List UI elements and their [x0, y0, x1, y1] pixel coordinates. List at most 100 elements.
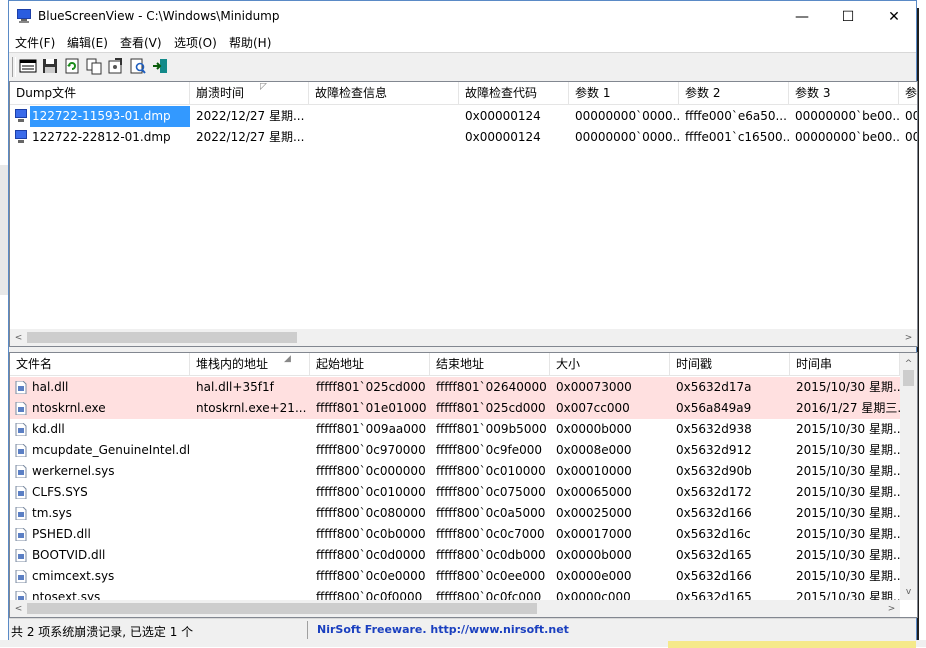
close-button[interactable]: ✕: [871, 1, 917, 32]
crash-time-cell: 2022/12/27 星期...: [196, 130, 305, 144]
menu-view[interactable]: 查看(V): [120, 34, 162, 51]
properties-icon[interactable]: [19, 57, 37, 75]
size-cell: 0x00017000: [556, 527, 632, 541]
column-crash-time-label: 崩溃时间: [196, 86, 245, 100]
module-file-icon: [15, 444, 27, 457]
time-string-cell: 2015/10/30 星期...: [796, 422, 900, 436]
title-bar[interactable]: BlueScreenView - C:\Windows\Minidump — ☐…: [9, 1, 916, 32]
time-stamp-cell: 0x5632d172: [676, 485, 752, 499]
refresh-icon[interactable]: [63, 57, 81, 75]
module-file-icon: [15, 570, 27, 583]
to-address-cell: fffff800`0c0c7000: [436, 527, 545, 541]
module-list-hscrollbar[interactable]: < >: [10, 600, 900, 617]
column-parameter-2[interactable]: 参数 2: [679, 82, 789, 104]
address-in-stack-cell: hal.dll+35f1f: [196, 380, 274, 394]
module-filename-cell: cmimcext.sys: [32, 569, 115, 583]
options-icon[interactable]: [107, 57, 125, 75]
address-in-stack-cell: [190, 482, 310, 503]
hscroll-thumb[interactable]: [27, 603, 537, 614]
column-time-string[interactable]: 时间串: [790, 353, 900, 375]
column-time-stamp[interactable]: 时间戳: [670, 353, 790, 375]
exit-icon[interactable]: [151, 57, 169, 75]
crash-file-cell: 122722-22812-01.dmp: [32, 130, 171, 144]
module-row[interactable]: tm.sys fffff800`0c080000 fffff800`0c0a5000…: [10, 503, 900, 524]
from-address-cell: fffff800`0c000000: [316, 464, 426, 478]
size-cell: 0x00025000: [556, 506, 632, 520]
column-to-address[interactable]: 结束地址: [430, 353, 550, 375]
time-stamp-cell: 0x5632d912: [676, 443, 752, 457]
scroll-left-icon[interactable]: <: [10, 329, 27, 346]
crash-row[interactable]: 122722-22812-01.dmp 2022/12/27 星期... 0x0…: [10, 127, 917, 148]
background-window-edge: [0, 165, 8, 295]
module-file-icon: [15, 381, 27, 394]
column-bug-check-code[interactable]: 故障检查代码: [459, 82, 569, 104]
size-cell: 0x00065000: [556, 485, 632, 499]
bluescreen-app-icon: [17, 9, 31, 23]
module-filename-cell: mcupdate_GenuineIntel.dll: [32, 443, 190, 457]
crash-list-hscrollbar[interactable]: < >: [10, 329, 917, 346]
scroll-right-icon[interactable]: >: [900, 329, 917, 346]
menu-help[interactable]: 帮助(H): [229, 34, 271, 51]
module-list-vscrollbar[interactable]: ^ v: [900, 353, 917, 600]
module-row[interactable]: hal.dll hal.dll+35f1f fffff801`025cd000 fff…: [10, 377, 900, 398]
column-crash-time[interactable]: 崩溃时间: [190, 82, 309, 104]
column-filename[interactable]: 文件名: [10, 353, 190, 375]
time-stamp-cell: 0x5632d165: [676, 548, 752, 562]
time-string-cell: 2015/10/30 星期...: [796, 569, 900, 583]
column-parameter-3[interactable]: 参数 3: [789, 82, 899, 104]
column-size[interactable]: 大小: [550, 353, 670, 375]
window-title: BlueScreenView - C:\Windows\Minidump: [38, 9, 280, 23]
nirsoft-link[interactable]: NirSoft Freeware. http://www.nirsoft.net: [317, 623, 569, 636]
module-filename-cell: CLFS.SYS: [32, 485, 88, 499]
dump-file-icon: [15, 130, 27, 143]
time-string-cell: 2015/10/30 星期...: [796, 527, 900, 541]
vscroll-thumb[interactable]: [903, 370, 914, 386]
module-row[interactable]: ntoskrnl.exe ntoskrnl.exe+21... fffff801`0…: [10, 398, 900, 419]
scroll-left-icon[interactable]: <: [10, 600, 27, 617]
column-dump-file[interactable]: Dump文件: [10, 82, 190, 104]
bug-check-string-cell: [309, 127, 459, 148]
sort-indicator-icon: ◸: [260, 82, 267, 92]
time-stamp-cell: 0x5632d16c: [676, 527, 751, 541]
module-row[interactable]: kd.dll fffff801`009aa000 fffff801`009b5000…: [10, 419, 900, 440]
module-filename-cell: BOOTVID.dll: [32, 548, 106, 562]
column-parameter-1[interactable]: 参数 1: [569, 82, 679, 104]
module-row[interactable]: BOOTVID.dll fffff800`0c0d0000 fffff800`0c0…: [10, 545, 900, 566]
time-stamp-cell: 0x5632d17a: [676, 380, 752, 394]
find-icon[interactable]: [129, 57, 147, 75]
parameter-1-cell: 00000000`0000...: [575, 109, 679, 123]
scroll-right-icon[interactable]: >: [883, 600, 900, 617]
module-row[interactable]: cmimcext.sys fffff800`0c0e0000 fffff800`0c…: [10, 566, 900, 587]
scroll-down-icon[interactable]: v: [900, 583, 917, 600]
module-row[interactable]: CLFS.SYS fffff800`0c010000 fffff800`0c0750…: [10, 482, 900, 503]
column-from-address[interactable]: 起始地址: [310, 353, 430, 375]
from-address-cell: fffff800`0c0b0000: [316, 527, 426, 541]
parameter-1-cell: 00000000`0000...: [575, 130, 679, 144]
parameter-3-cell: 00000000`be00...: [795, 130, 899, 144]
menu-edit[interactable]: 编辑(E): [67, 34, 108, 51]
maximize-button[interactable]: ☐: [825, 1, 871, 32]
column-bug-check-string[interactable]: 故障检查信息: [309, 82, 459, 104]
module-row[interactable]: PSHED.dll fffff800`0c0b0000 fffff800`0c0c7…: [10, 524, 900, 545]
hscroll-thumb[interactable]: [27, 332, 297, 343]
from-address-cell: fffff801`01e01000: [316, 401, 427, 415]
module-row[interactable]: werkernel.sys fffff800`0c000000 fffff800`0…: [10, 461, 900, 482]
crash-list: Dump文件 崩溃时间 ◸ 故障检查信息 故障检查代码 参数 1 参数 2 参数…: [9, 81, 918, 347]
menu-options[interactable]: 选项(O): [174, 34, 217, 51]
toolbar-grip: [12, 57, 16, 77]
copy-icon[interactable]: [85, 57, 103, 75]
address-in-stack-cell: [190, 419, 310, 440]
crash-file-cell: 122722-11593-01.dmp: [30, 106, 190, 127]
menu-file[interactable]: 文件(F): [15, 34, 55, 51]
module-row[interactable]: mcupdate_GenuineIntel.dll fffff800`0c9700…: [10, 440, 900, 461]
address-in-stack-cell: [190, 461, 310, 482]
column-parameter-4[interactable]: 参: [899, 82, 917, 104]
save-icon[interactable]: [41, 57, 59, 75]
module-file-icon: [15, 549, 27, 562]
minimize-button[interactable]: —: [779, 1, 825, 32]
parameter-3-cell: 00000000`be00...: [795, 109, 899, 123]
column-address-in-stack[interactable]: 堆栈内的地址: [190, 353, 310, 375]
time-string-cell: 2015/10/30 星期...: [796, 464, 900, 478]
time-string-cell: 2015/10/30 星期...: [796, 548, 900, 562]
crash-row[interactable]: 122722-11593-01.dmp 2022/12/27 星期... 0x0…: [10, 106, 917, 127]
